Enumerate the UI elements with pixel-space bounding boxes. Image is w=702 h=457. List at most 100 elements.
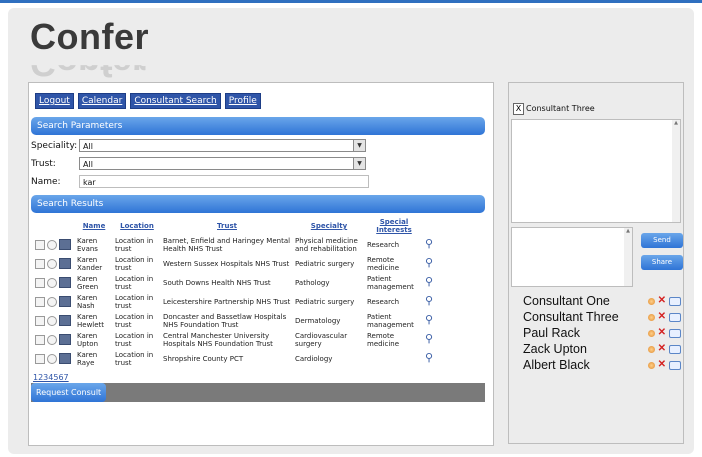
row-action: ⚲ bbox=[423, 235, 447, 254]
consultant-name[interactable]: Zack Upton bbox=[523, 342, 587, 356]
share-button[interactable]: Share bbox=[641, 255, 683, 270]
view-details-icon[interactable]: ⚲ bbox=[425, 351, 433, 364]
name-input[interactable]: kar bbox=[79, 175, 369, 188]
row-radio[interactable] bbox=[47, 296, 57, 307]
profile-card-icon[interactable] bbox=[59, 353, 71, 364]
row-radio[interactable] bbox=[47, 334, 57, 345]
row-checkbox[interactable] bbox=[35, 258, 45, 269]
col-interests-header[interactable]: Special Interests bbox=[365, 217, 423, 235]
row-radio[interactable] bbox=[47, 315, 57, 326]
cell-trust: Western Sussex Hospitals NHS Trust bbox=[163, 259, 290, 268]
cell-name[interactable]: Karen Green bbox=[75, 273, 113, 292]
trust-select[interactable]: All ▼ bbox=[79, 157, 366, 170]
table-row[interactable]: Karen Hewlett Location in trust Doncaster … bbox=[33, 311, 447, 330]
chat-icon[interactable] bbox=[669, 296, 681, 306]
row-checkbox[interactable] bbox=[35, 239, 45, 250]
row-checkbox[interactable] bbox=[35, 353, 45, 364]
col-name-header[interactable]: Name bbox=[75, 217, 113, 235]
row-radio[interactable] bbox=[47, 353, 57, 364]
speciality-row: Speciality: All ▼ bbox=[31, 139, 366, 152]
row-checkbox[interactable] bbox=[35, 334, 45, 345]
speciality-select[interactable]: All ▼ bbox=[79, 139, 366, 152]
row-checkbox[interactable] bbox=[35, 315, 45, 326]
table-row[interactable]: Karen Nash Location in trust Leicestershir… bbox=[33, 292, 447, 311]
remove-icon[interactable]: ✕ bbox=[658, 344, 666, 354]
request-consult-button[interactable]: Request Consult bbox=[31, 383, 107, 402]
consultant-name[interactable]: Albert Black bbox=[523, 358, 590, 372]
consultant-search-link[interactable]: Consultant Search bbox=[130, 93, 221, 109]
table-row[interactable]: Karen Upton Location in trust Central Manc… bbox=[33, 330, 447, 349]
chat-icon[interactable] bbox=[669, 344, 681, 354]
cell-specialty: Cardiovascular surgery bbox=[295, 331, 348, 348]
view-details-icon[interactable]: ⚲ bbox=[425, 313, 433, 326]
cell-specialty: Pediatric surgery bbox=[295, 259, 355, 268]
cell-location: Location in trust bbox=[115, 350, 154, 367]
cell-name[interactable]: Karen Hewlett bbox=[75, 311, 113, 330]
dropdown-arrow-icon[interactable]: ▼ bbox=[353, 158, 365, 169]
row-checkbox[interactable] bbox=[35, 277, 45, 288]
table-row[interactable]: Karen Green Location in trust South Downs … bbox=[33, 273, 447, 292]
cell-interests: Research bbox=[367, 297, 400, 306]
profile-card-icon[interactable] bbox=[59, 334, 71, 345]
row-radio[interactable] bbox=[47, 239, 57, 250]
cell-name[interactable]: Karen Evans bbox=[75, 235, 113, 254]
row-checkbox[interactable] bbox=[35, 296, 45, 307]
remove-icon[interactable]: ✕ bbox=[658, 312, 666, 322]
send-button[interactable]: Send bbox=[641, 233, 683, 248]
cell-name[interactable]: Karen Xander bbox=[75, 254, 113, 273]
pagination[interactable]: 1234567 bbox=[33, 373, 69, 382]
profile-card-icon[interactable] bbox=[59, 239, 71, 250]
profile-link[interactable]: Profile bbox=[224, 93, 261, 109]
table-row[interactable]: Karen Xander Location in trust Western Sus… bbox=[33, 254, 447, 273]
remove-icon[interactable]: ✕ bbox=[658, 360, 666, 370]
message-scrollbar[interactable]: ▲ bbox=[624, 228, 632, 286]
remove-icon[interactable]: ✕ bbox=[658, 296, 666, 306]
consultant-item[interactable]: Consultant Three ✕ bbox=[523, 309, 681, 325]
trust-row: Trust: All ▼ bbox=[31, 157, 366, 170]
chat-icon[interactable] bbox=[669, 312, 681, 322]
consultant-item[interactable]: Paul Rack ✕ bbox=[523, 325, 681, 341]
cell-name[interactable]: Karen Nash bbox=[75, 292, 113, 311]
remove-icon[interactable]: ✕ bbox=[658, 328, 666, 338]
view-details-icon[interactable]: ⚲ bbox=[425, 294, 433, 307]
chat-icon[interactable] bbox=[669, 360, 681, 370]
row-radio[interactable] bbox=[47, 258, 57, 269]
consultant-item[interactable]: Albert Black ✕ bbox=[523, 357, 681, 373]
profile-card-icon[interactable] bbox=[59, 277, 71, 288]
top-accent-line bbox=[0, 0, 702, 3]
message-input[interactable]: ▲ bbox=[511, 227, 633, 287]
col-trust-header[interactable]: Trust bbox=[161, 217, 293, 235]
profile-card-icon[interactable] bbox=[59, 315, 71, 326]
cell-location: Location in trust bbox=[115, 255, 154, 272]
consultant-item[interactable]: Zack Upton ✕ bbox=[523, 341, 681, 357]
request-bar: Request Consult bbox=[31, 383, 485, 402]
calendar-link[interactable]: Calendar bbox=[77, 93, 127, 109]
row-action: ⚲ bbox=[423, 330, 447, 349]
close-chat-button[interactable]: X bbox=[513, 103, 524, 115]
row-radio[interactable] bbox=[47, 277, 57, 288]
profile-card-icon[interactable] bbox=[59, 258, 71, 269]
cell-name[interactable]: Karen Raye bbox=[75, 349, 113, 368]
logout-link[interactable]: Logout bbox=[35, 93, 74, 109]
dropdown-arrow-icon[interactable]: ▼ bbox=[353, 140, 365, 151]
results-body: Karen Evans Location in trust Barnet, Enfi… bbox=[33, 235, 447, 368]
consultant-name[interactable]: Consultant Three bbox=[523, 310, 619, 324]
consultant-name[interactable]: Paul Rack bbox=[523, 326, 580, 340]
table-row[interactable]: Karen Raye Location in trust Shropshire Co… bbox=[33, 349, 447, 368]
col-location-header[interactable]: Location bbox=[113, 217, 161, 235]
view-details-icon[interactable]: ⚲ bbox=[425, 256, 433, 269]
view-details-icon[interactable]: ⚲ bbox=[425, 275, 433, 288]
view-details-icon[interactable]: ⚲ bbox=[425, 332, 433, 345]
table-row[interactable]: Karen Evans Location in trust Barnet, Enfi… bbox=[33, 235, 447, 254]
status-dot-icon bbox=[647, 361, 655, 369]
view-details-icon[interactable]: ⚲ bbox=[425, 237, 433, 250]
profile-card-icon[interactable] bbox=[59, 296, 71, 307]
chat-title: Consultant Three bbox=[526, 104, 595, 113]
consultant-name[interactable]: Consultant One bbox=[523, 294, 610, 308]
cell-name[interactable]: Karen Upton bbox=[75, 330, 113, 349]
cell-interests: Remote medicine bbox=[367, 255, 400, 272]
consultant-item[interactable]: Consultant One ✕ bbox=[523, 293, 681, 309]
chat-history-scrollbar[interactable]: ▲ bbox=[672, 120, 680, 222]
chat-icon[interactable] bbox=[669, 328, 681, 338]
col-specialty-header[interactable]: Specialty bbox=[293, 217, 365, 235]
